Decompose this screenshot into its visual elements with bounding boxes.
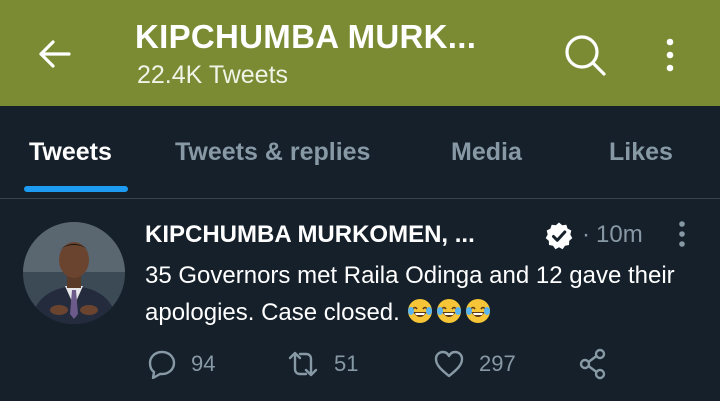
search-button[interactable] bbox=[560, 30, 610, 80]
tab-tweets-and-replies[interactable]: Tweets & replies bbox=[175, 138, 370, 167]
retweet-button[interactable]: 51 bbox=[286, 347, 358, 381]
more-vertical-icon bbox=[679, 221, 685, 247]
face-with-tears-of-joy-emoji bbox=[465, 299, 490, 323]
face-with-tears-of-joy-emoji bbox=[436, 299, 461, 323]
emoji-group bbox=[407, 299, 494, 326]
like-count: 297 bbox=[479, 351, 516, 376]
search-icon bbox=[565, 35, 606, 76]
reply-icon bbox=[148, 350, 176, 379]
share-button[interactable] bbox=[578, 347, 622, 381]
tweet-timestamp[interactable]: 10m bbox=[596, 221, 643, 249]
meta-separator: · bbox=[582, 221, 590, 248]
more-options-button[interactable] bbox=[655, 30, 685, 80]
tab-tweets[interactable]: Tweets bbox=[29, 138, 112, 167]
share-icon bbox=[579, 348, 606, 380]
face-with-tears-of-joy-emoji bbox=[407, 299, 432, 323]
tweet-more-button[interactable] bbox=[672, 219, 692, 249]
profile-name-title: KIPCHUMBA MURK... bbox=[135, 18, 477, 55]
more-vertical-icon bbox=[666, 38, 674, 72]
verified-badge-icon bbox=[545, 222, 573, 250]
active-tab-indicator bbox=[24, 186, 128, 192]
tab-likes[interactable]: Likes bbox=[609, 138, 673, 167]
tab-media[interactable]: Media bbox=[451, 138, 522, 167]
tweet-text: 35 Governors met Raila Odinga and 12 gav… bbox=[145, 257, 705, 331]
retweet-count: 51 bbox=[334, 351, 359, 376]
back-button[interactable] bbox=[30, 32, 78, 76]
avatar-photo bbox=[23, 222, 125, 324]
back-arrow-icon bbox=[39, 40, 71, 68]
reply-count: 94 bbox=[191, 351, 216, 376]
tweet-count: 22.4K Tweets bbox=[137, 61, 289, 89]
heart-icon bbox=[434, 350, 464, 378]
tweet-author-name[interactable]: KIPCHUMBA MURKOMEN, ... bbox=[145, 221, 475, 249]
reply-button[interactable]: 94 bbox=[147, 347, 215, 381]
avatar[interactable] bbox=[23, 222, 125, 324]
tweet-item[interactable]: KIPCHUMBA MURKOMEN, ... · 10m 35 Governo… bbox=[0, 199, 720, 401]
like-button[interactable]: 297 bbox=[433, 347, 516, 381]
retweet-icon bbox=[288, 351, 318, 377]
profile-header: KIPCHUMBA MURK... 22.4K Tweets bbox=[0, 0, 720, 106]
